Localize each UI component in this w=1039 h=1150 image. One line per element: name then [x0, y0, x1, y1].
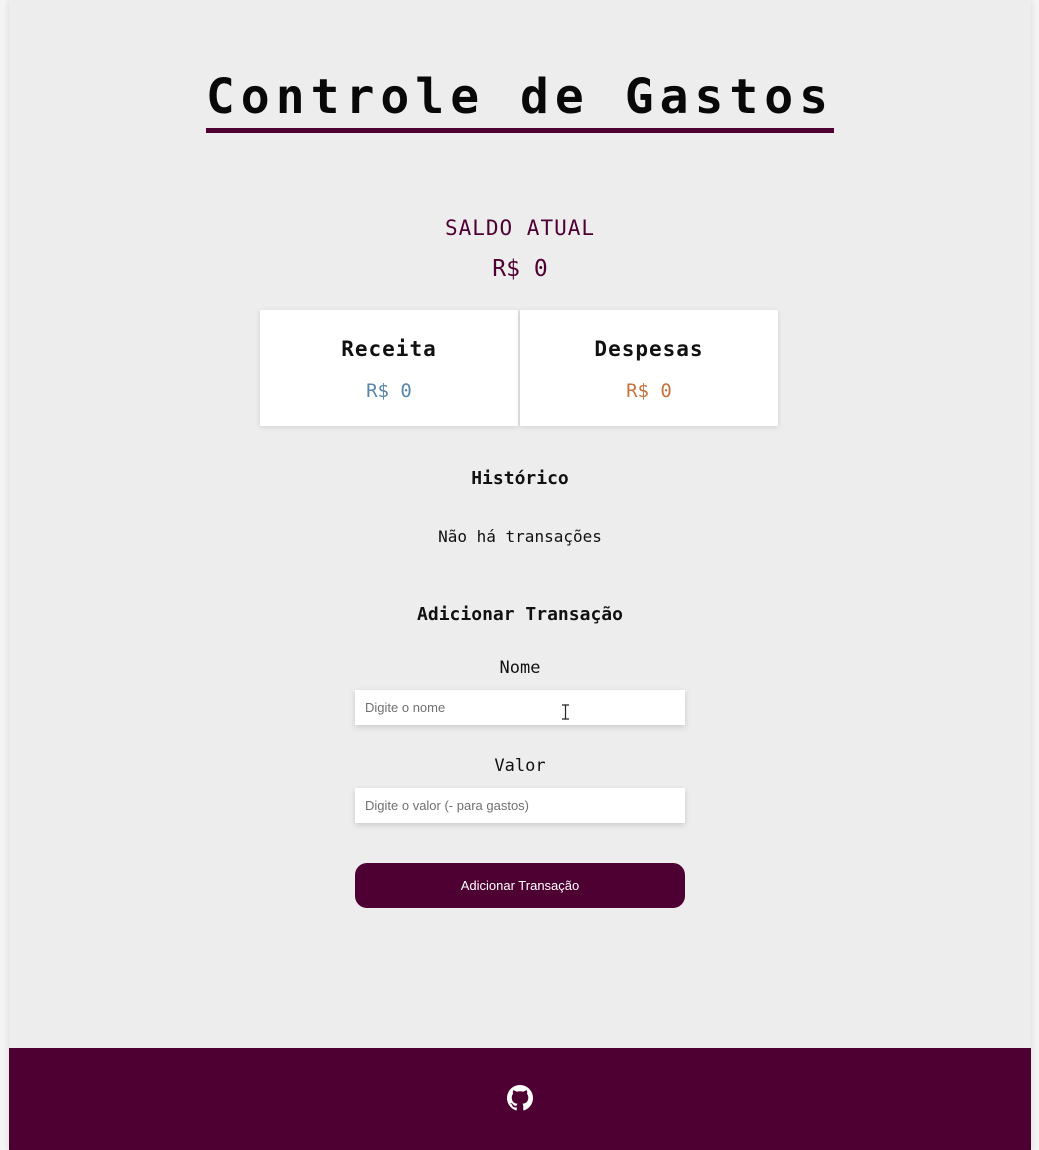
expense-card: Despesas R$ 0 — [520, 310, 778, 426]
balance-value: R$ 0 — [492, 256, 548, 282]
page: Controle de Gastos SALDO ATUAL R$ 0 Rece… — [9, 0, 1031, 1150]
footer — [9, 1048, 1031, 1150]
income-value: R$ 0 — [366, 380, 412, 402]
page-title: Controle de Gastos — [205, 68, 835, 133]
balance-label: SALDO ATUAL — [444, 216, 596, 240]
income-card: Receita R$ 0 — [260, 310, 518, 426]
history-title: Histórico — [471, 468, 569, 489]
value-label: Valor — [494, 756, 546, 776]
expense-value: R$ 0 — [626, 380, 672, 402]
add-transaction-button[interactable]: Adicionar Transação — [355, 863, 685, 908]
name-input[interactable] — [355, 690, 685, 725]
name-label: Nome — [499, 658, 541, 678]
text-cursor-icon — [562, 704, 569, 720]
value-input[interactable] — [355, 788, 685, 823]
expense-title: Despesas — [594, 337, 704, 361]
income-title: Receita — [341, 337, 437, 361]
add-transaction-title: Adicionar Transação — [417, 604, 623, 625]
history-empty-message: Não há transações — [438, 527, 602, 546]
summary-cards: Receita R$ 0 Despesas R$ 0 — [260, 310, 780, 426]
title-wrapper: Controle de Gastos — [9, 68, 1031, 133]
github-icon[interactable] — [507, 1085, 533, 1111]
